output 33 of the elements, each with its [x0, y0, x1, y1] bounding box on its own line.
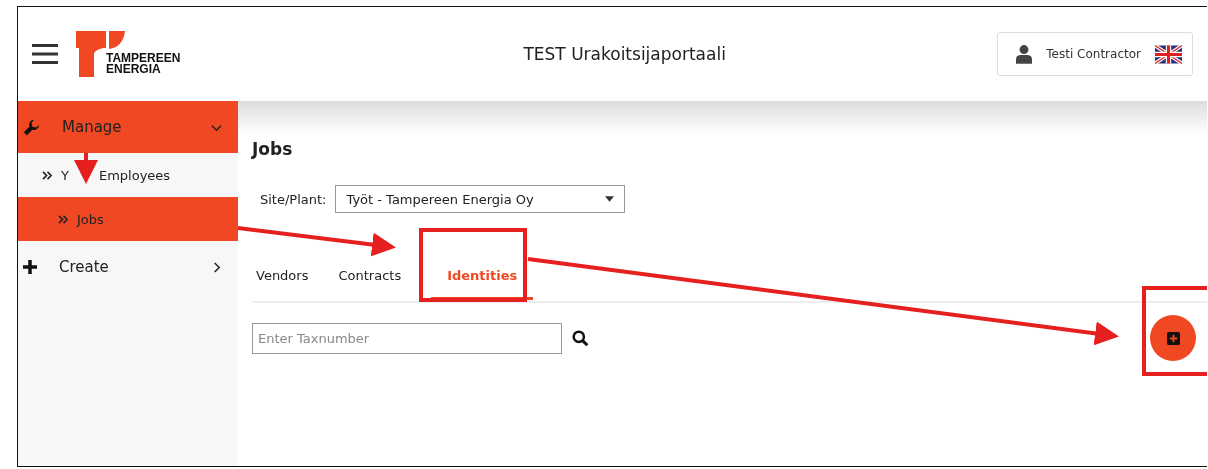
site-select[interactable]: Työt - Tampereen Energia Oy — [335, 185, 626, 213]
logo-text: TAMPEREEN — [106, 53, 181, 64]
nav-subitem[interactable]: Jobs — [18, 197, 238, 241]
tab[interactable]: Identities — [431, 268, 534, 300]
nav-label: Create — [58, 258, 110, 276]
nav-label: Y — [61, 167, 69, 183]
tab[interactable]: Vendors — [256, 268, 323, 301]
page-title: Jobs — [252, 139, 294, 159]
nav-label: Jobs — [77, 211, 104, 227]
double-chevron-icon — [42, 170, 53, 180]
wrench-icon — [23, 118, 40, 136]
user-icon — [1016, 44, 1033, 64]
annotation-arrow — [74, 153, 98, 184]
app-title: TEST Urakoitsijaportaali — [522, 44, 727, 64]
nav-item[interactable]: Manage — [18, 101, 238, 153]
logo-text: ENERGIA — [106, 64, 162, 75]
plus-square-icon — [1166, 331, 1180, 345]
user-button[interactable]: Testi Contractor — [997, 32, 1193, 76]
search-icon[interactable] — [572, 329, 589, 347]
nav-label: Employees — [98, 167, 171, 183]
nav-item[interactable]: Create — [18, 241, 238, 293]
dropdown-caret-icon — [605, 196, 615, 202]
tab[interactable]: Contracts — [338, 268, 416, 301]
nav-subitem[interactable]: Y Employees — [18, 153, 238, 197]
double-chevron-icon — [58, 214, 69, 224]
chevron-icon — [211, 261, 222, 273]
uk-flag-icon[interactable] — [1155, 44, 1182, 64]
taxnumber-field[interactable]: Enter Taxnumber — [252, 322, 562, 354]
field-label: Site/Plant: — [260, 191, 327, 207]
add-button[interactable] — [1150, 315, 1196, 361]
plus-icon — [23, 260, 37, 274]
menu-icon[interactable] — [32, 43, 58, 65]
nav-label: Manage — [61, 118, 123, 136]
